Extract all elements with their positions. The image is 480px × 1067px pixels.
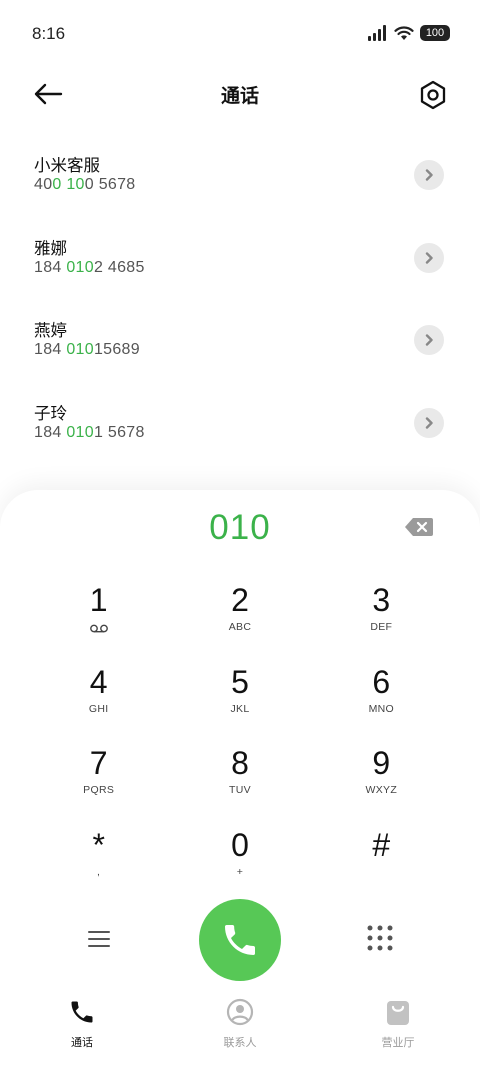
signal-icon	[368, 25, 386, 41]
contact-name: 子玲	[34, 403, 67, 423]
nav-label: 联系人	[223, 1036, 257, 1049]
keypad: 1 2 ABC 3 DEF 4 GHI 5 JKL 6 MNO 7 PQRS 8…	[28, 582, 452, 908]
nav-calls[interactable]: 通话	[22, 996, 142, 1067]
detail-arrow-button[interactable]	[414, 407, 444, 438]
key-digit: #	[372, 826, 391, 863]
backspace-button[interactable]	[404, 516, 434, 538]
key-1[interactable]: 1	[28, 582, 169, 664]
chevron-right-icon	[425, 169, 433, 181]
key-digit: 1	[89, 582, 108, 618]
status-icons: 100	[368, 24, 450, 42]
key-digit: 3	[372, 582, 391, 618]
key-letters: PQRS	[83, 784, 115, 796]
key-letters: JKL	[230, 702, 250, 715]
key-8[interactable]: 8 TUV	[169, 745, 310, 827]
menu-icon	[88, 931, 110, 947]
battery-indicator: 100	[420, 25, 450, 41]
contact-number: 400 100 5678	[34, 176, 136, 193]
search-results-list: 小米客服 400 100 5678 雅娜 184 0102 4685 燕婷 18…	[0, 132, 480, 462]
key-3[interactable]: 3 DEF	[311, 582, 452, 664]
contact-name: 雅娜	[34, 238, 67, 258]
contact-number: 184 0102 4685	[34, 258, 145, 276]
call-button[interactable]	[199, 899, 281, 981]
key-5[interactable]: 5 JKL	[169, 664, 310, 746]
detail-arrow-button[interactable]	[414, 242, 444, 273]
status-time: 8:16	[32, 24, 66, 43]
chevron-right-icon	[425, 251, 433, 264]
wifi-icon	[394, 26, 414, 40]
detail-arrow-button[interactable]	[414, 325, 444, 355]
key-letters: MNO	[368, 702, 395, 715]
chevron-right-icon	[425, 416, 433, 429]
chevron-right-icon	[425, 334, 433, 346]
nav-business-hall[interactable]: 营业厅	[338, 996, 458, 1067]
key-2[interactable]: 2 ABC	[169, 582, 310, 664]
voicemail-icon	[89, 624, 108, 633]
nav-label: 营业厅	[381, 1036, 415, 1049]
result-item[interactable]: 子玲 184 0101 5678	[0, 380, 480, 463]
menu-button[interactable]	[84, 927, 114, 951]
key-letters: +	[236, 865, 244, 878]
contact-name: 小米客服	[34, 156, 100, 175]
key-star[interactable]: * ,	[28, 827, 169, 909]
contact-name: 燕婷	[34, 321, 67, 340]
key-digit: 0	[231, 826, 249, 863]
key-letters: GHI	[88, 702, 109, 715]
dialpad-grid-icon	[367, 925, 393, 951]
contacts-icon	[226, 996, 254, 1026]
key-4[interactable]: 4 GHI	[28, 664, 169, 746]
result-item[interactable]: 雅娜 184 0102 4685	[0, 215, 480, 298]
key-digit: 9	[372, 745, 391, 781]
status-bar: 8:16 100	[0, 0, 480, 66]
settings-hexagon-icon	[420, 80, 446, 110]
result-item[interactable]: 燕婷 184 01015689	[0, 297, 480, 380]
key-6[interactable]: 6 MNO	[311, 664, 452, 746]
key-7[interactable]: 7 PQRS	[28, 745, 169, 827]
key-letters: TUV	[229, 784, 251, 796]
page-title: 通话	[220, 85, 259, 107]
key-digit: 6	[372, 663, 391, 700]
detail-arrow-button[interactable]	[414, 160, 444, 190]
key-digit: 8	[231, 745, 249, 781]
bottom-nav: 通话 联系人 营业厅	[0, 996, 480, 1067]
phone-icon	[68, 996, 96, 1026]
nav-label: 通话	[71, 1036, 93, 1049]
keypad-toggle-button[interactable]	[366, 924, 394, 952]
shopping-bag-icon	[385, 996, 411, 1026]
key-digit: 7	[89, 745, 108, 781]
key-hash[interactable]: #	[311, 827, 452, 909]
contact-number: 184 0101 5678	[34, 423, 145, 441]
key-letters: ,	[97, 865, 101, 878]
phone-icon	[225, 925, 255, 955]
key-digit: *	[92, 826, 105, 863]
contact-number: 184 01015689	[34, 341, 140, 358]
result-item[interactable]: 小米客服 400 100 5678	[0, 132, 480, 215]
key-digit: 2	[231, 582, 249, 618]
dialer-panel: 010 1 2 ABC 3 DEF 4 GHI 5 JKL 6 MNO 7 PQ…	[0, 490, 480, 1067]
key-digit: 5	[231, 663, 249, 700]
nav-contacts[interactable]: 联系人	[180, 996, 300, 1067]
key-letters: DEF	[370, 621, 393, 633]
dialer-actions	[0, 898, 480, 981]
key-digit: 4	[89, 663, 108, 700]
header: 通话	[0, 66, 480, 122]
key-0[interactable]: 0 +	[169, 827, 310, 909]
key-letters: WXYZ	[365, 784, 398, 796]
backspace-icon	[405, 518, 433, 536]
key-letters: ABC	[228, 621, 252, 633]
settings-button[interactable]	[416, 78, 450, 112]
key-9[interactable]: 9 WXYZ	[311, 745, 452, 827]
